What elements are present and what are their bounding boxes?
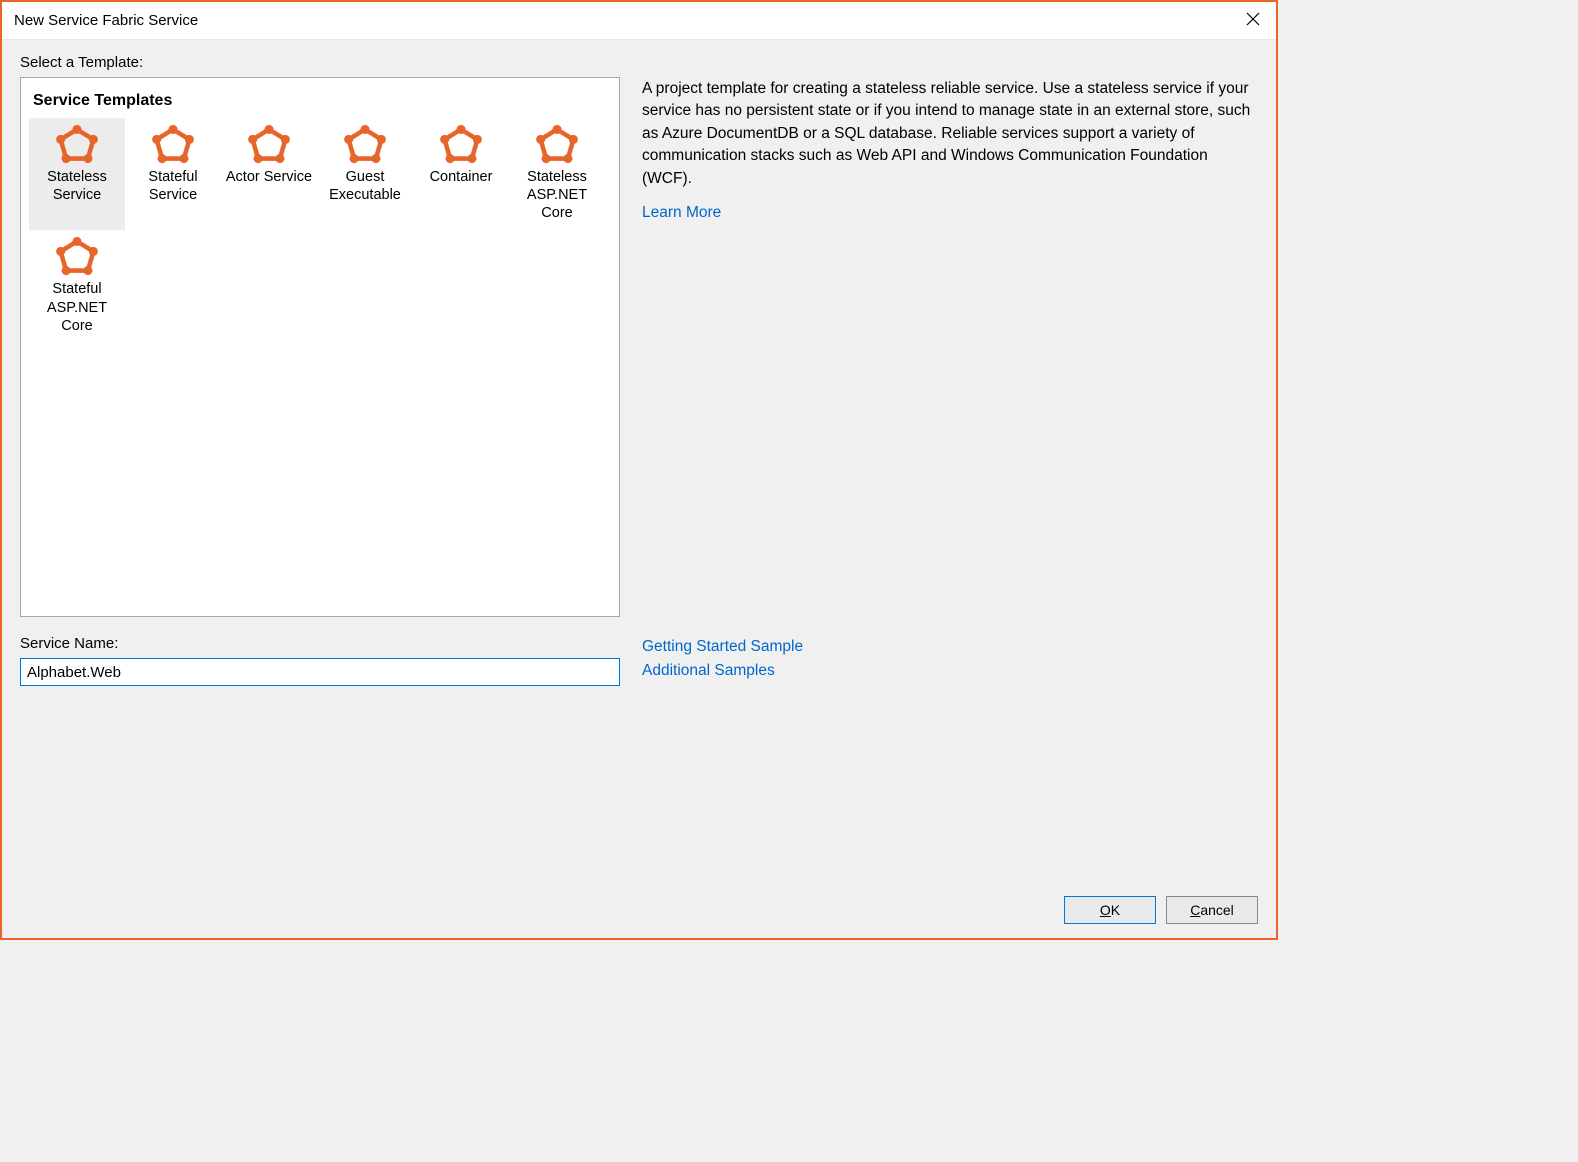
service-fabric-icon (343, 124, 387, 164)
template-item-label: Stateful Service (127, 168, 219, 204)
template-item-label: Stateless Service (31, 168, 123, 204)
service-fabric-icon (439, 124, 483, 164)
template-item-label: Stateless ASP.NET Core (511, 168, 603, 222)
template-item[interactable]: Container (413, 118, 509, 230)
close-icon (1246, 12, 1260, 30)
template-item-label: Actor Service (226, 168, 312, 186)
service-fabric-icon (535, 124, 579, 164)
additional-samples-link[interactable]: Additional Samples (642, 662, 1258, 680)
template-item[interactable]: Stateless ASP.NET Core (509, 118, 605, 230)
service-fabric-icon (247, 124, 291, 164)
service-name-input[interactable] (20, 658, 620, 686)
template-list[interactable]: Service Templates Stateless ServiceState… (20, 77, 620, 617)
service-fabric-icon (151, 124, 195, 164)
template-item[interactable]: Stateful ASP.NET Core (29, 230, 125, 342)
window-title: New Service Fabric Service (14, 12, 198, 29)
dialog-window: New Service Fabric Service Select a Temp… (0, 0, 1278, 940)
dialog-content: Select a Template: Service Templates Sta… (2, 40, 1276, 880)
template-item[interactable]: Stateful Service (125, 118, 221, 230)
titlebar: New Service Fabric Service (2, 2, 1276, 40)
service-fabric-icon (55, 236, 99, 276)
service-name-label: Service Name: (20, 635, 620, 652)
cancel-button[interactable]: Cancel (1166, 896, 1258, 924)
getting-started-link[interactable]: Getting Started Sample (642, 638, 1258, 656)
template-item[interactable]: Guest Executable (317, 118, 413, 230)
template-heading: Service Templates (29, 88, 611, 118)
dialog-footer: OK Cancel (2, 880, 1276, 938)
template-item-label: Container (430, 168, 493, 186)
close-button[interactable] (1230, 2, 1276, 39)
service-fabric-icon (55, 124, 99, 164)
template-item[interactable]: Stateless Service (29, 118, 125, 230)
ok-button[interactable]: OK (1064, 896, 1156, 924)
template-item-label: Guest Executable (319, 168, 411, 204)
select-template-label: Select a Template: (20, 54, 620, 71)
template-item[interactable]: Actor Service (221, 118, 317, 230)
template-description: A project template for creating a statel… (642, 78, 1258, 190)
learn-more-link[interactable]: Learn More (642, 204, 1258, 222)
template-item-label: Stateful ASP.NET Core (31, 280, 123, 334)
